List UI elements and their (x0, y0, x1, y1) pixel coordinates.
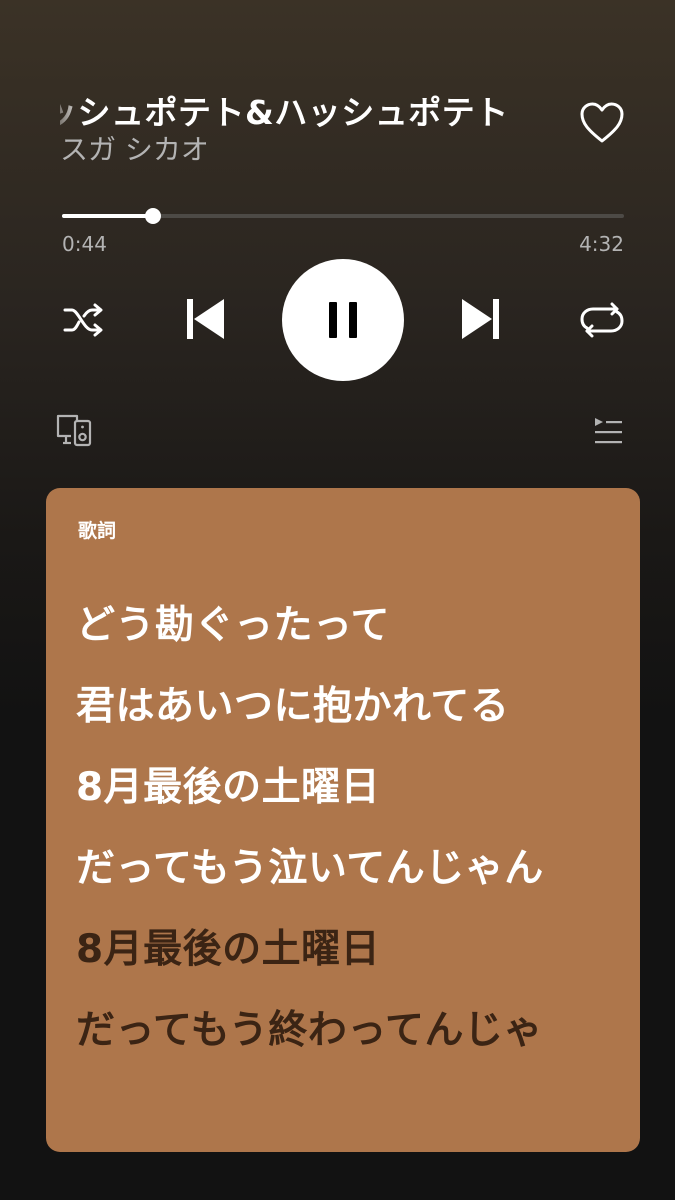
elapsed-time: 0:44 (62, 232, 107, 256)
skip-previous-icon (187, 299, 224, 339)
pause-button[interactable] (282, 259, 404, 381)
track-title-container: ッシュポテト&ハッシュポテト (60, 82, 530, 130)
lyric-line[interactable]: だってもう泣いてんじゃん (76, 837, 544, 893)
next-button[interactable] (458, 296, 504, 342)
shuffle-button[interactable] (60, 298, 108, 342)
connect-devices-icon (56, 414, 92, 447)
lyrics-label: 歌詞 (78, 520, 117, 542)
lyric-line[interactable]: 君はあいつに抱かれてる (76, 675, 509, 731)
skip-next-icon (462, 299, 499, 339)
lyrics-card[interactable]: 歌詞 どう勘ぐったって 君はあいつに抱かれてる 8月最後の土曜日 だってもう泣い… (46, 488, 640, 1152)
repeat-button[interactable] (578, 298, 626, 342)
progress-fill (62, 214, 154, 218)
progress-handle[interactable] (145, 208, 162, 224)
repeat-icon (580, 302, 624, 338)
like-button[interactable] (578, 100, 626, 146)
total-time: 4:32 (579, 232, 624, 256)
lyric-line[interactable]: だってもう終わってんじゃ (76, 999, 543, 1055)
pause-icon (329, 302, 357, 338)
shuffle-icon (63, 303, 103, 337)
track-title: ッシュポテト&ハッシュポテト (60, 93, 509, 130)
heart-outline-icon (580, 102, 624, 143)
queue-icon (595, 418, 622, 444)
artist-name[interactable]: スガ シカオ (60, 128, 209, 168)
progress-bar[interactable] (62, 208, 624, 224)
connect-devices-button[interactable] (55, 412, 95, 448)
previous-button[interactable] (182, 296, 228, 342)
queue-button[interactable] (592, 416, 624, 446)
lyric-line[interactable]: どう勘ぐったって (76, 594, 390, 650)
lyric-line[interactable]: 8月最後の土曜日 (76, 918, 380, 974)
lyric-line[interactable]: 8月最後の土曜日 (76, 756, 380, 812)
